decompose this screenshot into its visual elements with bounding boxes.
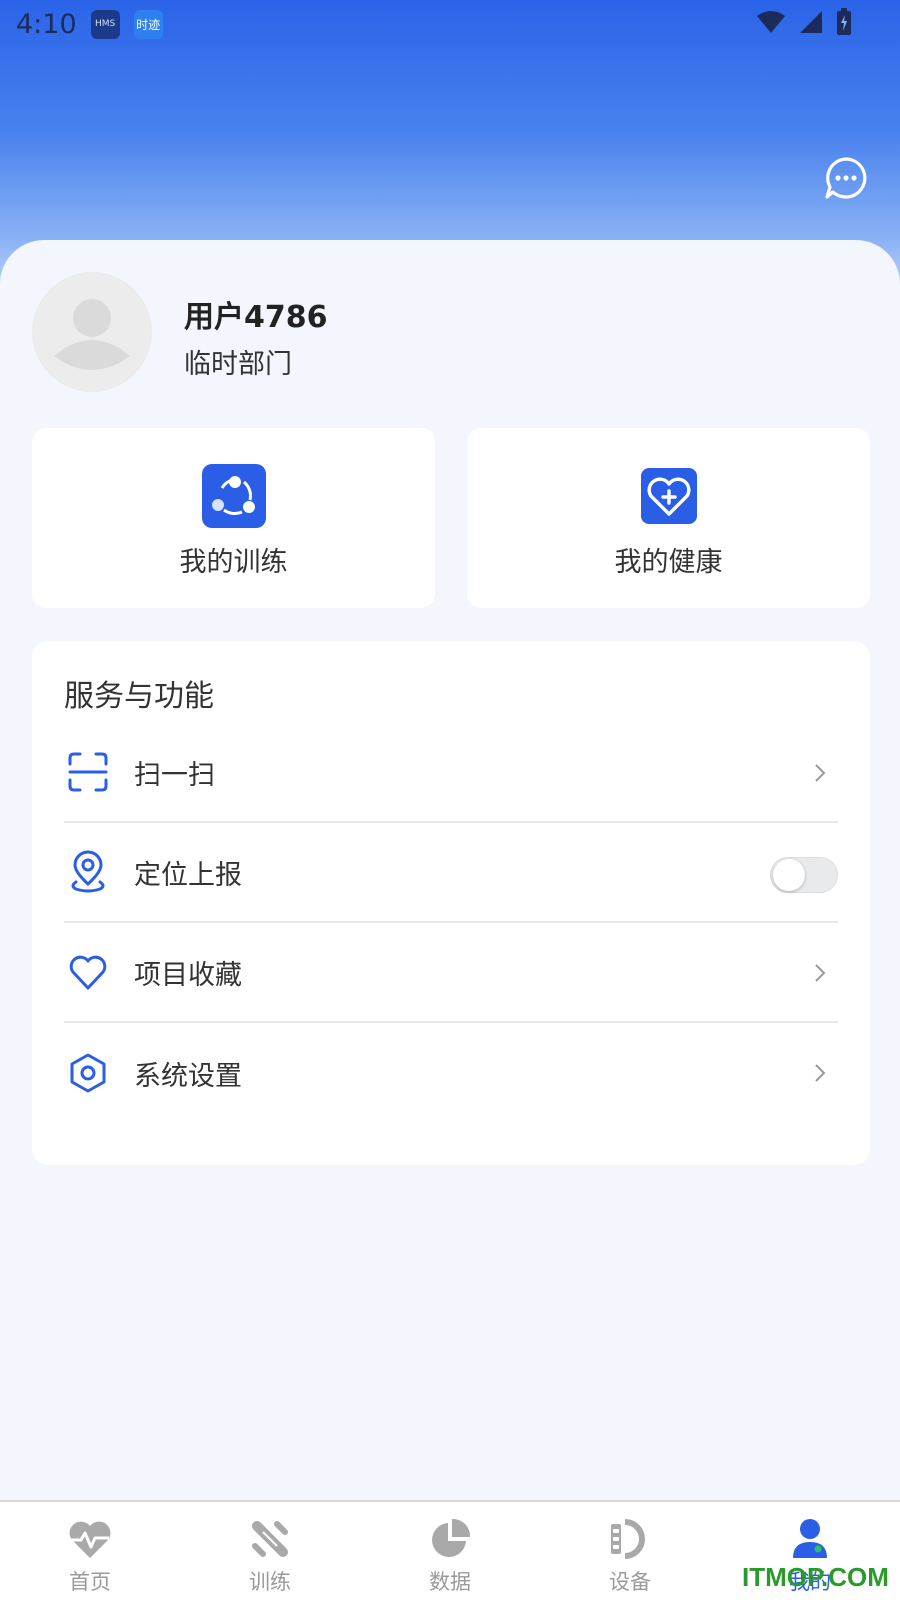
wifi-icon xyxy=(757,11,785,33)
battery-charging-icon xyxy=(837,8,851,35)
signal-icon xyxy=(800,11,822,33)
my-training-label: 我的训练 xyxy=(179,547,288,578)
default-avatar-icon xyxy=(54,299,130,370)
service-label-location-report: 定位上报 xyxy=(134,859,242,891)
chevron-right-icon xyxy=(815,1064,826,1082)
hexagon-settings-icon xyxy=(70,1053,106,1093)
location-icon xyxy=(71,850,105,893)
tab-label-device: 设备 xyxy=(609,1570,651,1594)
status-icons xyxy=(756,8,852,36)
user-icon xyxy=(793,1519,827,1558)
services-title: 服务与功能 xyxy=(64,679,214,714)
training-icon xyxy=(252,1521,288,1557)
service-item-location-report: 定位上报 xyxy=(64,823,838,923)
tab-training[interactable]: 训练 xyxy=(180,1502,360,1600)
pie-chart-icon xyxy=(432,1518,471,1557)
scan-icon xyxy=(68,752,108,792)
user-department: 临时部门 xyxy=(184,349,292,380)
status-time: 4:10 xyxy=(16,8,77,40)
share-nodes-icon xyxy=(201,464,266,528)
location-report-toggle[interactable] xyxy=(770,857,838,893)
hms-badge: HMS xyxy=(90,9,120,39)
tab-home[interactable]: 首页 xyxy=(0,1502,180,1600)
watermark: ITMOP.COM xyxy=(742,1562,889,1592)
service-item-settings[interactable]: 系统设置 xyxy=(64,1023,838,1123)
tab-label-data: 数据 xyxy=(429,1570,471,1594)
heartbeat-icon xyxy=(69,1521,111,1558)
services-panel: 服务与功能 扫一扫 定位上报 项目收藏 系统设置 xyxy=(32,641,870,1165)
service-label-scan: 扫一扫 xyxy=(134,759,215,791)
heart-plus-icon xyxy=(640,468,697,524)
toggle-knob xyxy=(773,859,805,891)
service-item-scan[interactable]: 扫一扫 xyxy=(64,723,838,823)
chevron-right-icon xyxy=(815,764,826,782)
avatar[interactable] xyxy=(32,272,152,392)
service-item-favorites[interactable]: 项目收藏 xyxy=(64,923,838,1023)
user-name: 用户4786 xyxy=(184,300,328,335)
chat-bubble-icon[interactable] xyxy=(824,156,868,200)
device-icon xyxy=(611,1519,645,1559)
heart-outline-icon xyxy=(69,955,107,990)
my-health-card[interactable]: 我的健康 xyxy=(467,428,870,608)
my-health-label: 我的健康 xyxy=(614,547,723,578)
tab-label-home: 首页 xyxy=(69,1570,111,1594)
tab-data[interactable]: 数据 xyxy=(360,1502,540,1600)
service-label-settings: 系统设置 xyxy=(134,1060,242,1092)
tab-label-training: 训练 xyxy=(249,1570,291,1594)
tab-device[interactable]: 设备 xyxy=(540,1502,720,1600)
chevron-right-icon xyxy=(815,964,826,982)
status-bar: 4:10 HMS 时迹 xyxy=(0,0,900,48)
service-label-favorites: 项目收藏 xyxy=(134,959,242,991)
shiji-app-badge: 时迹 xyxy=(133,9,163,39)
my-training-card[interactable]: 我的训练 xyxy=(32,428,435,608)
